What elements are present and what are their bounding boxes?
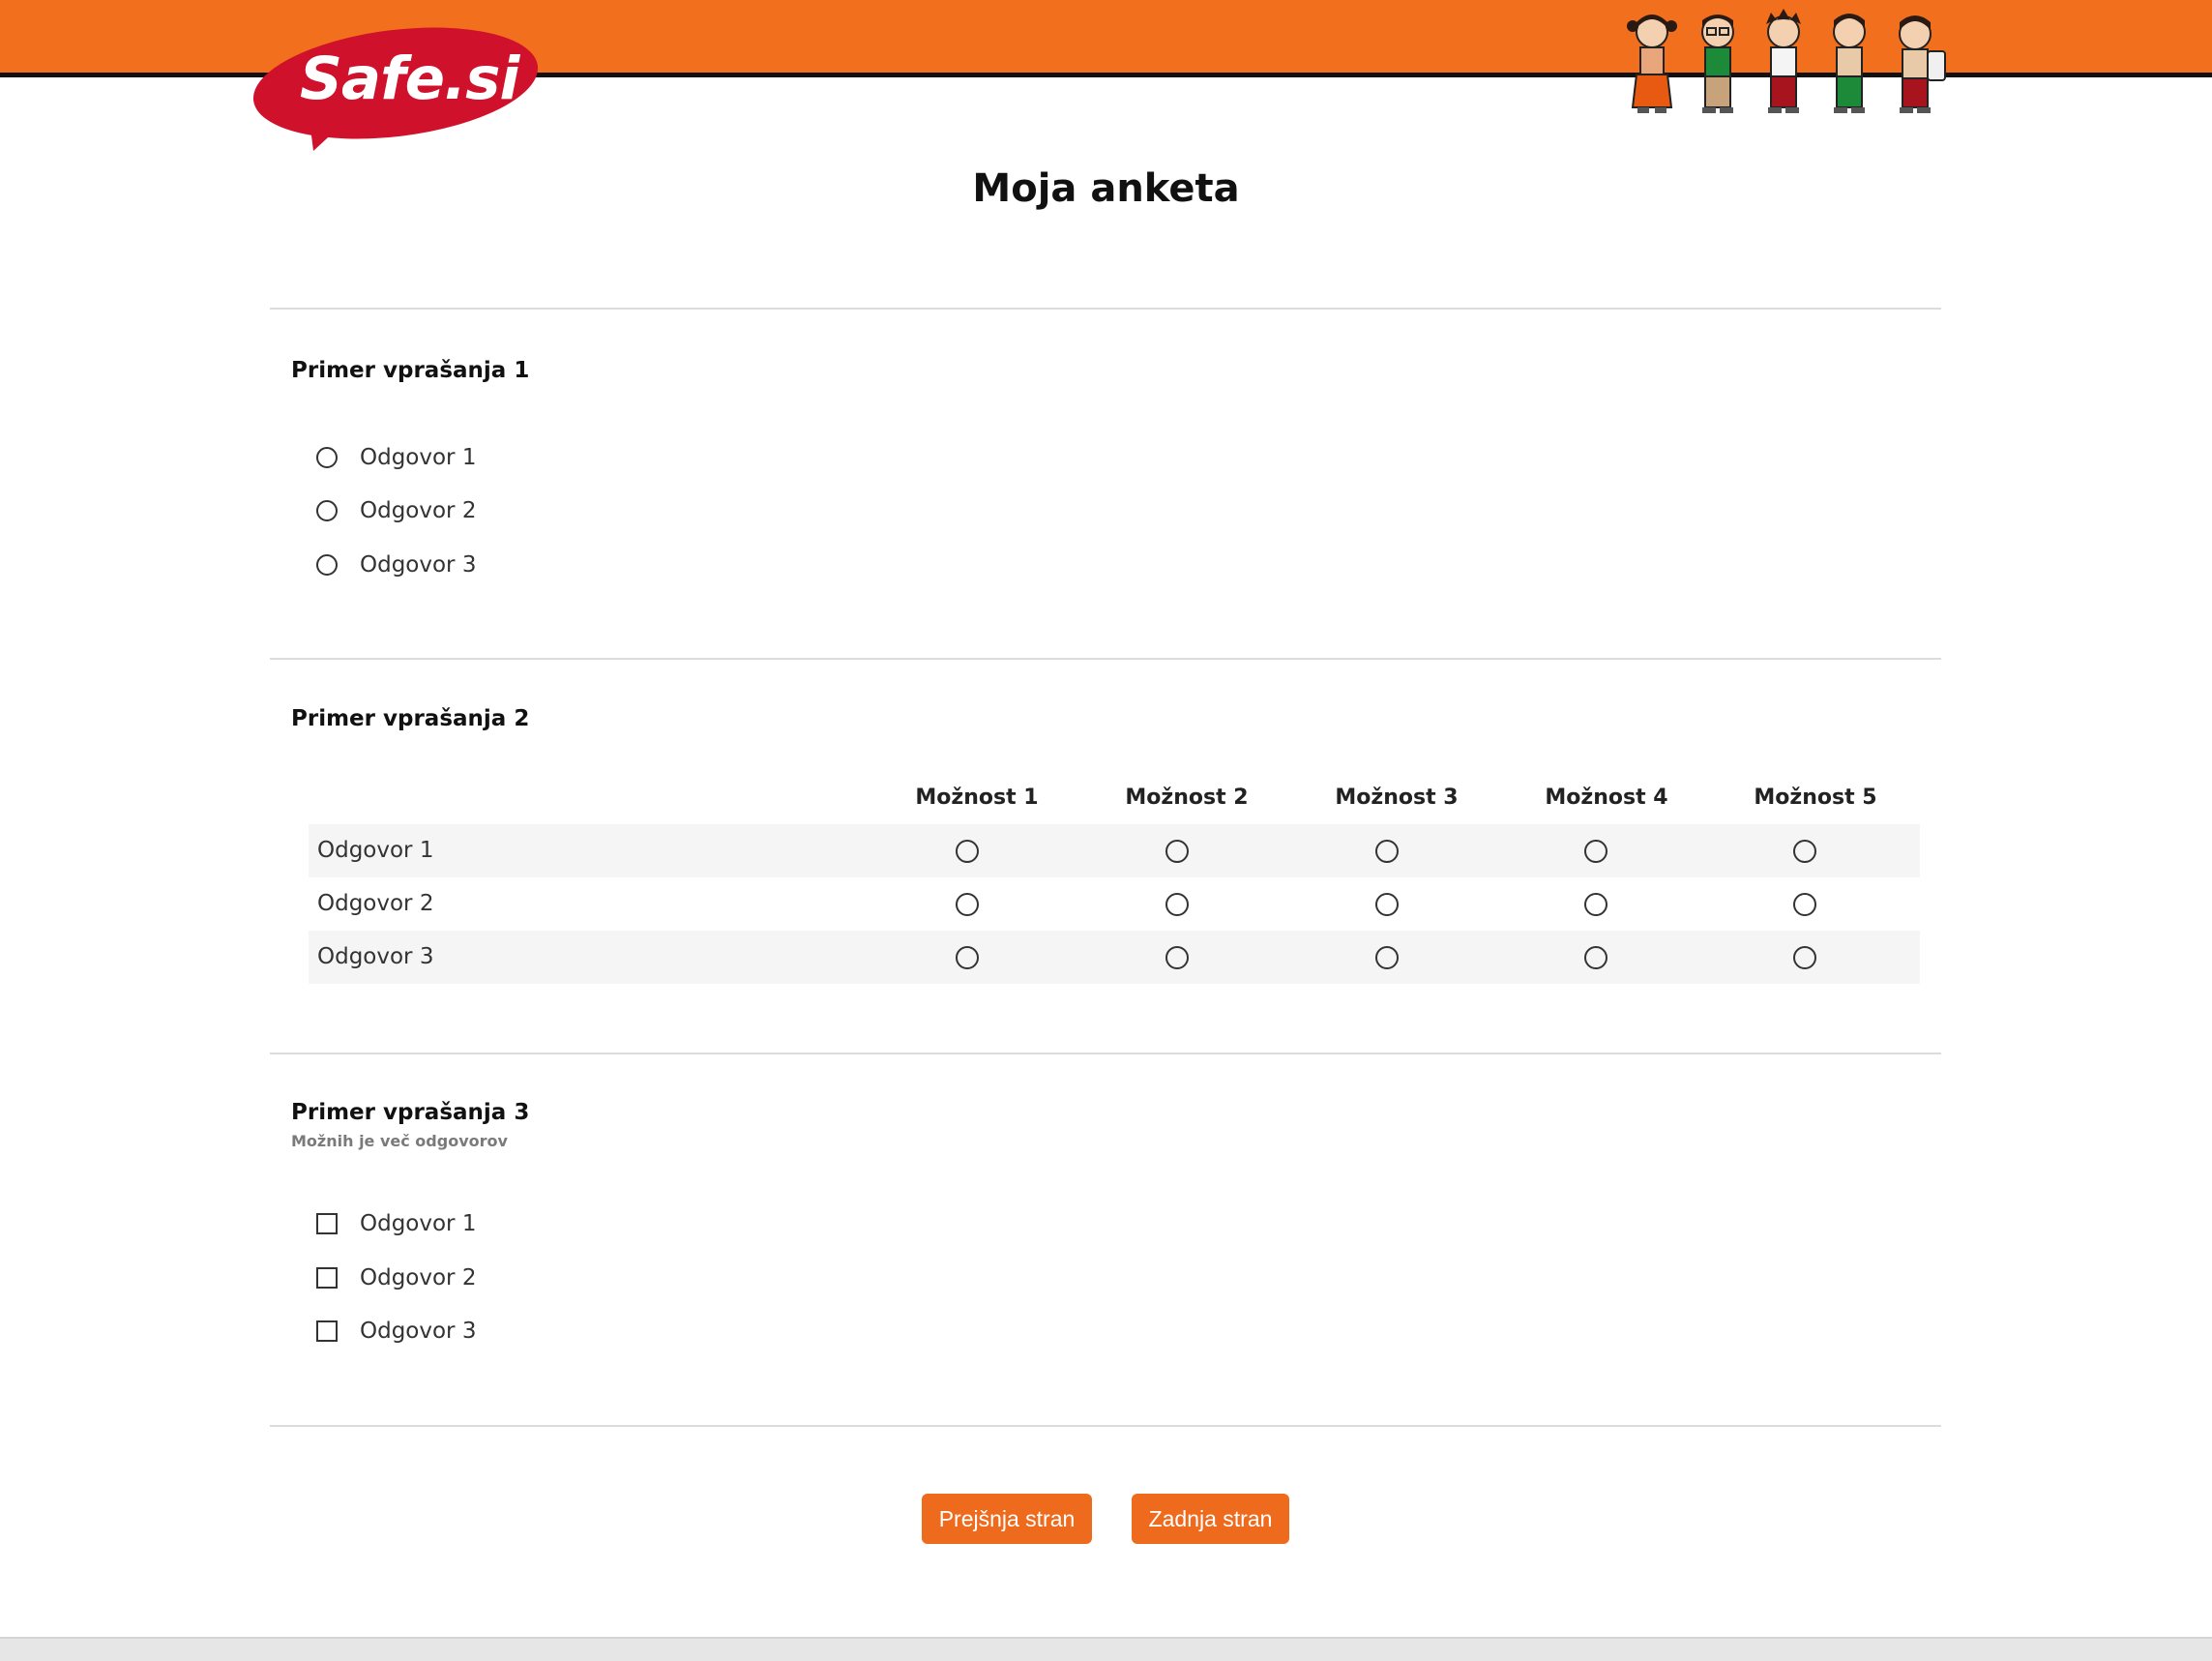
- grid-row-label: Odgovor 1: [317, 838, 434, 863]
- q1-option-3[interactable]: Odgovor 3: [316, 548, 476, 582]
- q3-option-1[interactable]: Odgovor 1: [316, 1206, 476, 1241]
- grid-radio[interactable]: [1165, 840, 1189, 863]
- grid-radio[interactable]: [1375, 946, 1399, 969]
- q3-option-2[interactable]: Odgovor 2: [316, 1261, 476, 1295]
- grid-radio[interactable]: [1793, 840, 1816, 863]
- grid-radio[interactable]: [1375, 893, 1399, 916]
- q3-option-1-checkbox[interactable]: [316, 1213, 338, 1234]
- q1-option-1[interactable]: Odgovor 1: [316, 440, 476, 475]
- grid-radio[interactable]: [1165, 893, 1189, 916]
- grid-radio[interactable]: [1584, 946, 1607, 969]
- grid-row-2: Odgovor 2: [309, 877, 1920, 931]
- grid-row-1: Odgovor 1: [309, 824, 1920, 877]
- q3-option-3-checkbox[interactable]: [316, 1320, 338, 1342]
- grid-radio[interactable]: [1793, 946, 1816, 969]
- grid-row-label: Odgovor 3: [317, 944, 434, 969]
- grid-radio[interactable]: [956, 893, 979, 916]
- q1-option-1-label[interactable]: Odgovor 1: [360, 445, 476, 470]
- safe-si-logo[interactable]: Safe.si: [250, 27, 542, 153]
- logo-text: Safe.si: [300, 44, 519, 113]
- q1-option-2[interactable]: Odgovor 2: [316, 493, 476, 528]
- question-3-hint: Možnih je več odgovorov: [291, 1132, 508, 1150]
- q3-option-3[interactable]: Odgovor 3: [316, 1314, 476, 1349]
- grid-radio[interactable]: [956, 840, 979, 863]
- q1-option-3-label[interactable]: Odgovor 3: [360, 552, 476, 578]
- grid-radio[interactable]: [1165, 946, 1189, 969]
- section-divider: [270, 658, 1941, 660]
- grid-radio[interactable]: [956, 946, 979, 969]
- q3-option-1-label[interactable]: Odgovor 1: [360, 1211, 476, 1236]
- grid-radio[interactable]: [1584, 840, 1607, 863]
- grid-radio[interactable]: [1793, 893, 1816, 916]
- section-divider: [270, 1053, 1941, 1054]
- grid-column-header: Možnost 3: [1335, 786, 1459, 810]
- question-1-title: Primer vprašanja 1: [291, 358, 530, 383]
- grid-column-header: Možnost 2: [1125, 786, 1249, 810]
- grid-row-label: Odgovor 2: [317, 891, 434, 916]
- q3-option-3-label[interactable]: Odgovor 3: [360, 1319, 476, 1344]
- grid-row-3: Odgovor 3: [309, 931, 1920, 984]
- q1-option-2-radio[interactable]: [316, 500, 338, 521]
- kids-illustration: [1620, 5, 1959, 116]
- previous-page-button[interactable]: Prejšnja stran: [922, 1494, 1092, 1544]
- page-title: Moja anketa: [972, 166, 1240, 211]
- question-2-title: Primer vprašanja 2: [291, 706, 530, 731]
- footer-bar: [0, 1637, 2212, 1661]
- q1-option-3-radio[interactable]: [316, 554, 338, 576]
- grid-radio[interactable]: [1375, 840, 1399, 863]
- grid-column-header: Možnost 5: [1754, 786, 1877, 810]
- q1-option-2-label[interactable]: Odgovor 2: [360, 498, 476, 523]
- grid-radio[interactable]: [1584, 893, 1607, 916]
- question-3-title: Primer vprašanja 3: [291, 1100, 530, 1125]
- grid-column-header: Možnost 1: [915, 786, 1039, 810]
- grid-column-header: Možnost 4: [1545, 786, 1668, 810]
- q3-option-2-label[interactable]: Odgovor 2: [360, 1265, 476, 1290]
- q1-option-1-radio[interactable]: [316, 447, 338, 468]
- q3-option-2-checkbox[interactable]: [316, 1267, 338, 1289]
- section-divider: [270, 1425, 1941, 1427]
- last-page-button[interactable]: Zadnja stran: [1132, 1494, 1289, 1544]
- section-divider: [270, 308, 1941, 310]
